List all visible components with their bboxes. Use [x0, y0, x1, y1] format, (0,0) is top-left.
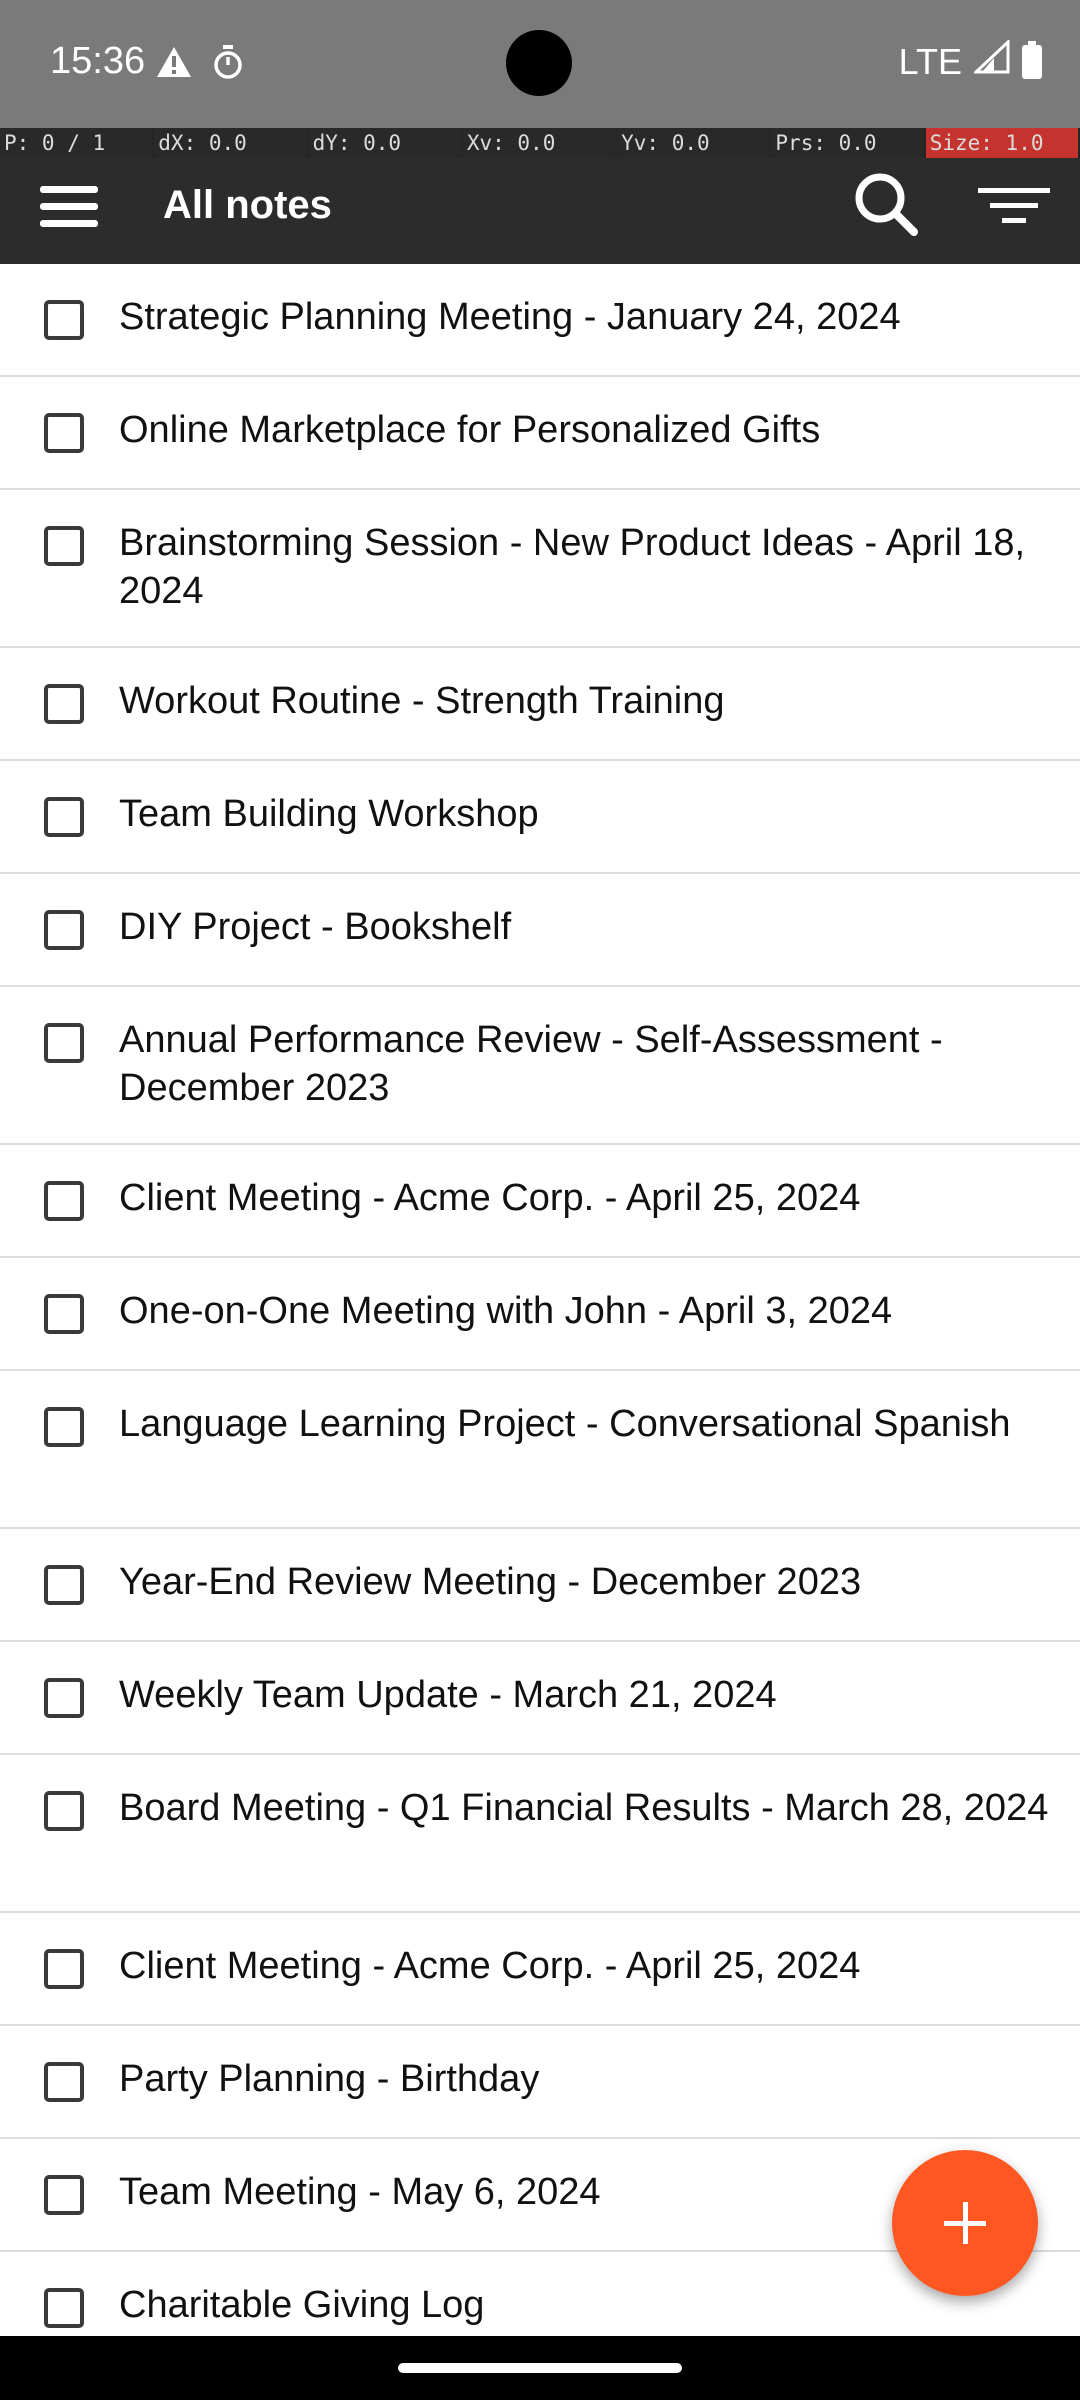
note-title: Year-End Review Meeting - December 2023: [119, 1561, 862, 1603]
signal-icon: [972, 38, 1010, 83]
note-title: Workout Routine - Strength Training: [119, 680, 725, 722]
notes-list: Strategic Planning Meeting - January 24,…: [0, 264, 1080, 2365]
note-item[interactable]: Year-End Review Meeting - December 2023: [0, 1529, 1080, 1642]
camera-cutout: [506, 30, 572, 96]
note-title: Language Learning Project - Conversation…: [119, 1403, 1011, 1445]
note-checkbox[interactable]: [44, 2175, 84, 2215]
navigation-bar: [0, 2336, 1080, 2400]
status-time: 15:36: [50, 40, 146, 82]
note-checkbox[interactable]: [44, 797, 84, 837]
note-title: Party Planning - Birthday: [119, 2058, 540, 2100]
note-title: Charitable Giving Log: [119, 2284, 485, 2326]
note-checkbox[interactable]: [44, 1294, 84, 1334]
add-note-button[interactable]: [892, 2150, 1038, 2296]
note-title: Weekly Team Update - March 21, 2024: [119, 1674, 777, 1716]
alert-triangle-icon: [155, 45, 193, 84]
note-checkbox[interactable]: [44, 1791, 84, 1831]
note-checkbox[interactable]: [44, 413, 84, 453]
stopwatch-icon: [211, 44, 245, 85]
note-checkbox[interactable]: [44, 910, 84, 950]
debug-dy: dY: 0.0: [308, 128, 463, 158]
note-checkbox[interactable]: [44, 2288, 84, 2328]
status-system-icons: LTE: [898, 38, 1042, 83]
note-item[interactable]: Strategic Planning Meeting - January 24,…: [0, 264, 1080, 377]
note-item[interactable]: One-on-One Meeting with John - April 3, …: [0, 1258, 1080, 1371]
note-checkbox[interactable]: [44, 1949, 84, 1989]
note-checkbox[interactable]: [44, 684, 84, 724]
note-item[interactable]: Client Meeting - Acme Corp. - April 25, …: [0, 1913, 1080, 2026]
note-checkbox[interactable]: [44, 1407, 84, 1447]
note-title: Strategic Planning Meeting - January 24,…: [119, 296, 901, 338]
note-item[interactable]: Team Building Workshop: [0, 761, 1080, 874]
note-item[interactable]: Workout Routine - Strength Training: [0, 648, 1080, 761]
battery-icon: [1022, 40, 1042, 79]
note-checkbox[interactable]: [44, 2062, 84, 2102]
app-bar: All notes: [0, 158, 1080, 264]
note-item[interactable]: Party Planning - Birthday: [0, 2026, 1080, 2139]
note-title: Client Meeting - Acme Corp. - April 25, …: [119, 1945, 861, 1987]
note-title: Online Marketplace for Personalized Gift…: [119, 409, 821, 451]
note-checkbox[interactable]: [44, 1181, 84, 1221]
filter-icon[interactable]: [972, 170, 1056, 240]
note-item[interactable]: Annual Performance Review - Self-Assessm…: [0, 987, 1080, 1145]
note-checkbox[interactable]: [44, 300, 84, 340]
note-item[interactable]: Client Meeting - Acme Corp. - April 25, …: [0, 1145, 1080, 1258]
note-title: Team Building Workshop: [119, 793, 539, 835]
note-title: Team Meeting - May 6, 2024: [119, 2171, 601, 2213]
note-title: DIY Project - Bookshelf: [119, 906, 512, 948]
debug-pressure: Prs: 0.0: [771, 128, 926, 158]
status-bar: 15:36 LTE: [0, 0, 1080, 128]
page-title: All notes: [163, 183, 332, 227]
note-checkbox[interactable]: [44, 1678, 84, 1718]
pointer-debug-overlay: P: 0 / 1 dX: 0.0 dY: 0.0 Xv: 0.0 Yv: 0.0…: [0, 128, 1080, 158]
note-title: Brainstorming Session - New Product Idea…: [119, 522, 1026, 612]
note-item[interactable]: Board Meeting - Q1 Financial Results - M…: [0, 1755, 1080, 1913]
debug-pointer: P: 0 / 1: [0, 128, 155, 158]
note-item[interactable]: Brainstorming Session - New Product Idea…: [0, 490, 1080, 648]
note-checkbox[interactable]: [44, 526, 84, 566]
note-checkbox[interactable]: [44, 1023, 84, 1063]
note-title: Client Meeting - Acme Corp. - April 25, …: [119, 1177, 861, 1219]
status-notification-icons: [155, 44, 245, 85]
debug-yv: Yv: 0.0: [617, 128, 772, 158]
note-title: One-on-One Meeting with John - April 3, …: [119, 1290, 893, 1332]
menu-icon[interactable]: [40, 176, 116, 236]
note-title: Board Meeting - Q1 Financial Results - M…: [119, 1787, 1049, 1829]
home-gesture-handle[interactable]: [398, 2363, 682, 2373]
debug-xv: Xv: 0.0: [462, 128, 618, 158]
note-checkbox[interactable]: [44, 1565, 84, 1605]
note-item[interactable]: DIY Project - Bookshelf: [0, 874, 1080, 987]
note-item[interactable]: Language Learning Project - Conversation…: [0, 1371, 1080, 1529]
search-icon[interactable]: [846, 164, 926, 244]
note-title: Annual Performance Review - Self-Assessm…: [119, 1019, 943, 1109]
network-label: LTE: [898, 40, 962, 82]
note-item[interactable]: Online Marketplace for Personalized Gift…: [0, 377, 1080, 490]
debug-dx: dX: 0.0: [154, 128, 309, 158]
debug-size: Size: 1.0: [925, 128, 1080, 158]
note-item[interactable]: Weekly Team Update - March 21, 2024: [0, 1642, 1080, 1755]
